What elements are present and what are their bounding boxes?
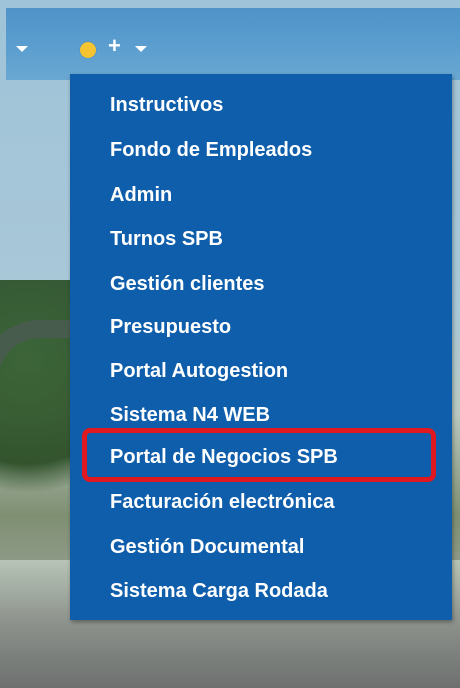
- menu-item-portal-de-negocios-spb[interactable]: Portal de Negocios SPB: [110, 440, 338, 474]
- menu-item-facturacion-electronica[interactable]: Facturación electrónica: [110, 485, 335, 519]
- menu-item-gestion-documental[interactable]: Gestión Documental: [110, 530, 304, 564]
- menu-item-presupuesto[interactable]: Presupuesto: [110, 310, 231, 344]
- status-dot-icon[interactable]: [80, 42, 96, 58]
- menu-item-portal-autogestion[interactable]: Portal Autogestion: [110, 354, 288, 388]
- menu-item-admin[interactable]: Admin: [110, 178, 172, 212]
- chevron-down-icon[interactable]: [135, 46, 147, 52]
- dropdown-menu: Instructivos Fondo de Empleados Admin Tu…: [70, 74, 452, 620]
- menu-item-sistema-carga-rodada[interactable]: Sistema Carga Rodada: [110, 574, 328, 608]
- top-navigation-bar: +: [6, 8, 460, 80]
- menu-item-gestion-clientes[interactable]: Gestión clientes: [110, 267, 265, 301]
- menu-item-sistema-n4-web[interactable]: Sistema N4 WEB: [110, 398, 270, 432]
- menu-item-instructivos[interactable]: Instructivos: [110, 88, 223, 122]
- screenshot-frame: + Instructivos Fondo de Empleados Admin …: [0, 0, 460, 688]
- plus-icon[interactable]: +: [108, 34, 121, 58]
- menu-item-turnos-spb[interactable]: Turnos SPB: [110, 222, 223, 256]
- menu-item-fondo-de-empleados[interactable]: Fondo de Empleados: [110, 133, 312, 167]
- chevron-down-icon[interactable]: [16, 46, 28, 52]
